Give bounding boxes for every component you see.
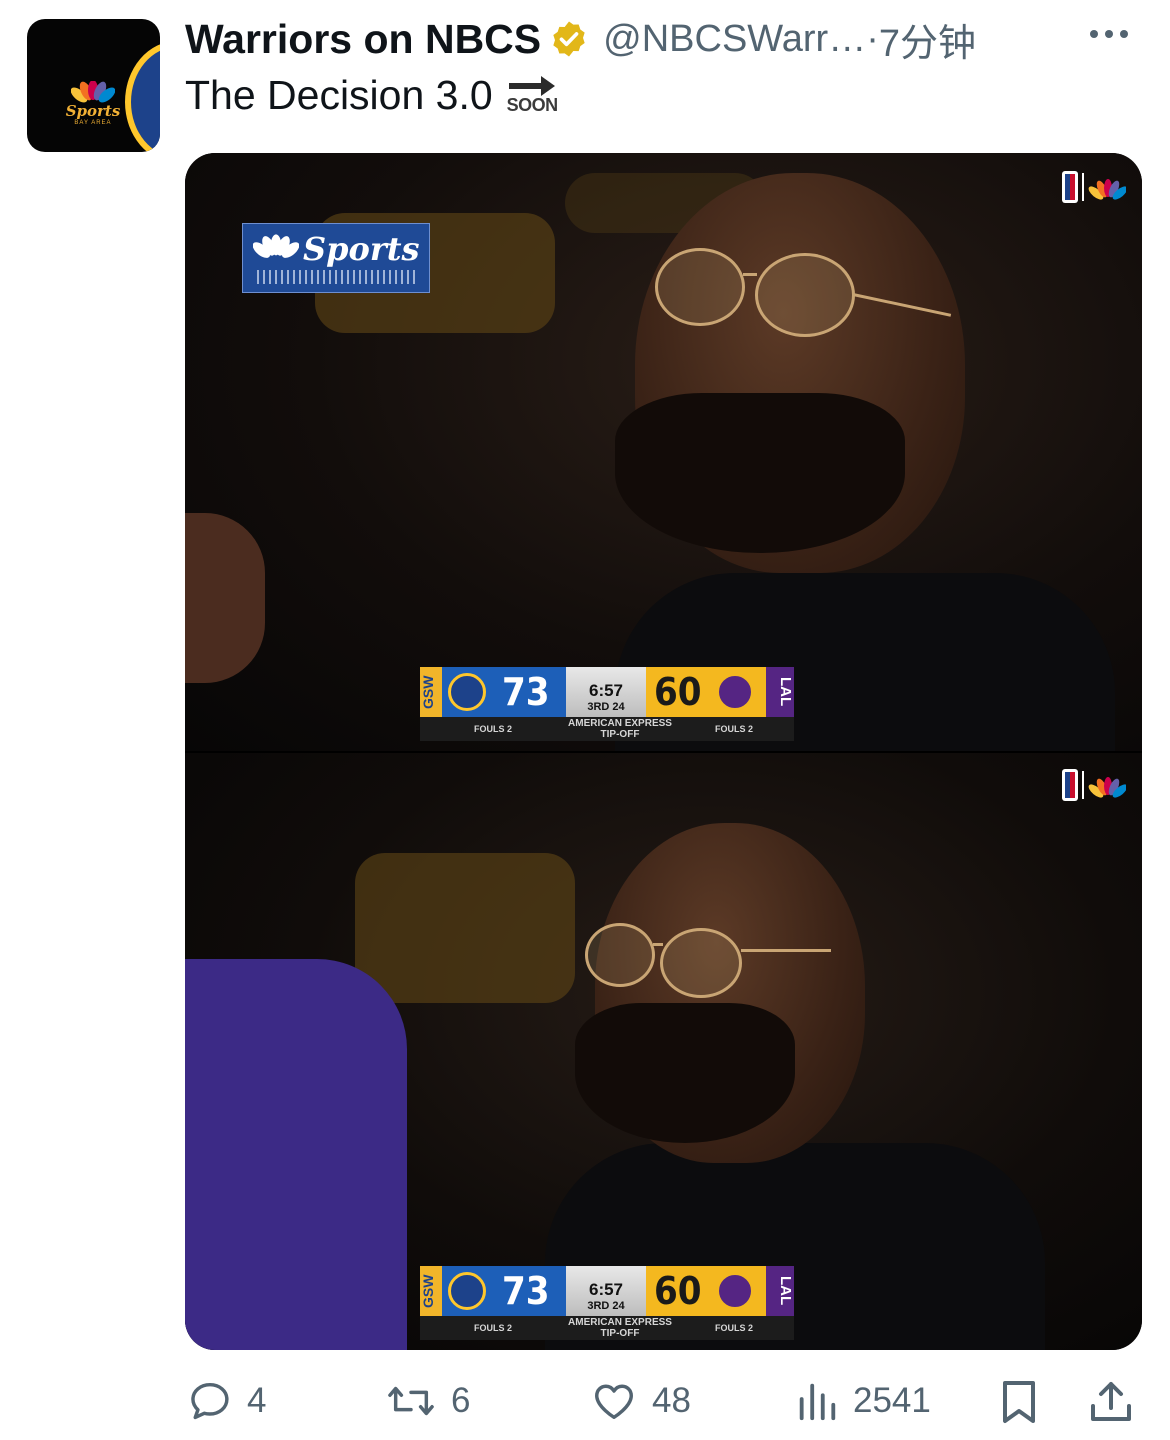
home-team-tag: GSW [420,667,442,717]
nba-nbc-bug-icon [1062,769,1126,801]
away-fouls: FOULS 2 [714,724,753,734]
period: 3RD [587,701,610,713]
views-button[interactable]: 2541 [795,1378,931,1424]
avatar-logo-subtext: BAY AREA [74,120,112,126]
away-score: 60 [654,670,702,714]
period: 3RD [587,1300,610,1312]
reply-count: 4 [247,1381,267,1420]
view-count: 2541 [853,1381,931,1420]
sponsor-tag: TIP-OFF [600,729,640,740]
like-count: 48 [652,1381,691,1420]
action-bar: 4 6 48 2541 [185,1378,1142,1428]
media-frame-top[interactable]: Sports GSW 73 6:57 3RD 24 60 LAL FOULS 2… [185,153,1142,751]
time-separator: · [866,17,879,60]
away-team-tag: LAL [766,667,794,717]
sponsor: AMERICAN EXPRESS [568,718,672,729]
avatar[interactable]: Sports BAY AREA [27,19,160,152]
lakers-logo-icon [715,1272,754,1310]
tweet-media[interactable]: Sports GSW 73 6:57 3RD 24 60 LAL FOULS 2… [185,153,1142,1350]
home-score: 73 [502,670,550,714]
scorebug: GSW 73 6:57 3RD 24 60 LAL FOULS 2 AMERIC… [420,1266,794,1348]
tweet-text-content: The Decision 3.0 [185,72,493,118]
nba-nbc-bug-icon [1062,171,1126,203]
reply-button[interactable]: 4 [187,1378,266,1424]
warriors-logo-icon [448,673,486,711]
author-name[interactable]: Warriors on NBCS [185,16,541,63]
soon-label: SOON [506,95,559,115]
author-handle[interactable]: @NBCSWarr… [603,18,866,61]
scorebug: GSW 73 6:57 3RD 24 60 LAL FOULS 2 AMERIC… [420,667,794,749]
verified-badge-icon[interactable] [549,19,589,59]
home-fouls: FOULS 2 [473,1323,512,1333]
watermark-text: Sports [303,230,420,268]
away-team-tag: LAL [766,1266,794,1316]
bookmark-icon [1003,1381,1035,1423]
share-icon [1091,1382,1131,1421]
foreground-hand [185,513,265,683]
tweet-timestamp[interactable]: 7分钟 [879,12,976,67]
nbc-sports-watermark: Sports [242,223,430,293]
tweet-header: Warriors on NBCS @NBCSWarr… · 7分钟 [185,12,976,67]
away-fouls: FOULS 2 [714,1323,753,1333]
lakers-logo-icon [715,673,754,711]
media-frame-bottom[interactable]: GSW 73 6:57 3RD 24 60 LAL FOULS 2 AMERIC… [185,753,1142,1350]
away-score: 60 [654,1269,702,1313]
game-clock: 6:57 [588,681,624,700]
shot-clock: 24 [612,701,625,713]
game-clock: 6:57 [588,1280,624,1299]
sponsor: AMERICAN EXPRESS [568,1317,672,1328]
shot-clock: 24 [612,1300,625,1312]
bookmark-button[interactable] [997,1378,1041,1426]
like-button[interactable]: 48 [590,1378,691,1424]
reply-icon [191,1382,229,1420]
home-team-tag: GSW [420,1266,442,1316]
more-icon[interactable] [1090,30,1128,38]
avatar-logo-text: Sports [65,102,121,120]
sponsor-tag: TIP-OFF [600,1328,640,1339]
retweet-button[interactable]: 6 [385,1378,470,1424]
retweet-count: 6 [451,1381,471,1420]
retweet-icon [388,1386,434,1416]
tweet-text: The Decision 3.0 SOON [185,72,558,119]
soon-arrow-icon: SOON [507,75,558,116]
nbc-peacock-icon [253,234,299,258]
warriors-logo-icon [448,1272,486,1310]
home-fouls: FOULS 2 [473,724,512,734]
warriors-logo [125,41,160,152]
background-crowd [355,853,575,1003]
foreground-teammate [185,959,407,1350]
share-button[interactable] [1087,1378,1135,1426]
views-icon [799,1383,836,1421]
like-icon [595,1384,633,1420]
home-score: 73 [502,1269,550,1313]
